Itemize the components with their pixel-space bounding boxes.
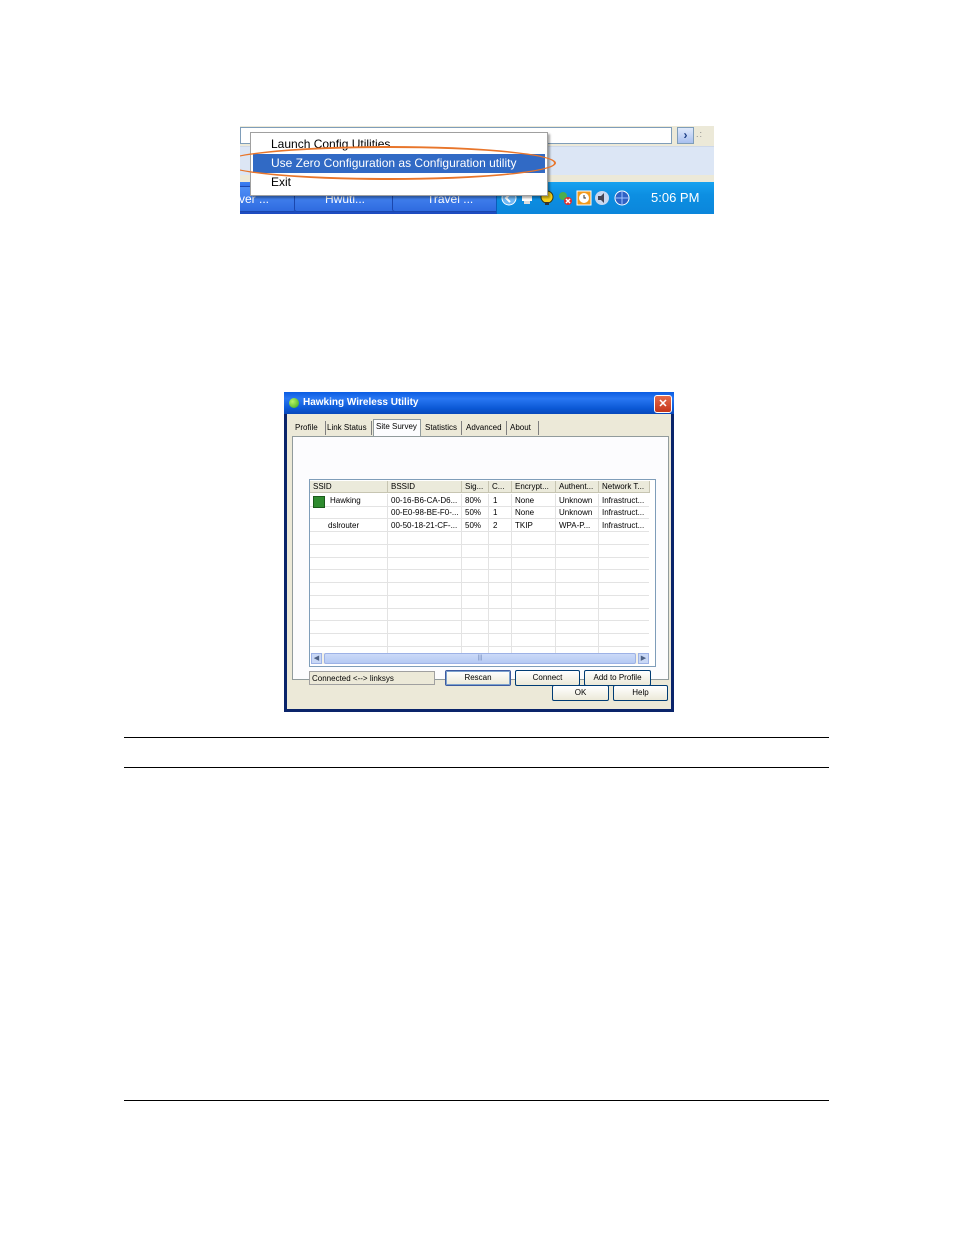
column-header-network-type[interactable]: Network T... [599,481,650,493]
table-cell[interactable]: 50% [465,507,487,519]
clock-app-icon[interactable] [576,190,592,206]
table-cell[interactable]: Unknown [559,507,597,519]
table-cell[interactable]: Infrastruct... [602,495,648,507]
window-body: Profile Link Status Site Survey Statisti… [287,414,671,709]
wireless-utility-window: Hawking Wireless Utility ✕ Profile Link … [284,392,674,712]
table-cell[interactable]: 00-50-18-21-CF-... [391,520,460,532]
resize-grip-icon: .: [696,129,704,139]
tab-advanced[interactable]: Advanced [464,421,507,435]
table-cell[interactable]: 00-16-B6-CA-D6... [391,495,460,507]
help-button[interactable]: Help [613,685,668,701]
connect-button[interactable]: Connect [515,670,580,686]
horizontal-rule [124,767,829,768]
horizontal-rule [124,737,829,738]
tray-clock[interactable]: 5:06 PM [651,182,699,214]
table-cell[interactable]: TKIP [515,520,554,532]
network-list[interactable]: SSID BSSID Sig... C... Encrypt... Authen… [309,479,656,667]
title-bar: Hawking Wireless Utility ✕ [284,392,674,414]
column-header-ssid[interactable]: SSID [310,481,388,493]
table-cell[interactable]: WPA-P... [559,520,597,532]
table-cell[interactable]: 2 [493,520,510,532]
column-header-authentication[interactable]: Authent... [556,481,599,493]
table-cell[interactable]: Infrastruct... [602,507,648,519]
tab-profile[interactable]: Profile [293,421,326,435]
table-cell[interactable]: Hawking [330,495,386,507]
table-cell[interactable]: 80% [465,495,487,507]
rescan-button[interactable]: Rescan [445,670,511,686]
connected-ap-icon [313,496,325,508]
table-cell[interactable]: dslrouter [328,520,386,532]
column-header-channel[interactable]: C... [489,481,512,493]
window-title: Hawking Wireless Utility [303,397,419,408]
table-cell[interactable]: None [515,495,554,507]
volume-icon[interactable] [594,190,610,206]
disconnected-network-icon[interactable] [557,190,573,206]
table-cell[interactable]: 1 [493,495,510,507]
column-header-encryption[interactable]: Encrypt... [512,481,556,493]
tray-menu-screenshot: › .: ver ... Hwuti... Travel ... 5:06 PM… [240,126,714,214]
tab-about[interactable]: About [508,421,539,435]
table-cell[interactable]: Infrastruct... [602,520,648,532]
connection-status: Connected <--> linksys [309,671,435,685]
site-survey-panel: SSID BSSID Sig... C... Encrypt... Authen… [292,436,669,686]
ok-button[interactable]: OK [552,685,609,701]
app-status-icon [289,398,299,408]
go-arrow-icon[interactable]: › [677,127,694,144]
tab-link-status[interactable]: Link Status [325,421,372,435]
table-cell[interactable]: None [515,507,554,519]
close-icon[interactable]: ✕ [654,395,672,413]
add-to-profile-button[interactable]: Add to Profile [584,670,651,686]
horizontal-rule [124,1100,829,1101]
table-cell[interactable] [330,507,386,519]
table-cell[interactable]: 00-E0-98-BE-F0-... [391,507,460,519]
table-cell[interactable]: Unknown [559,495,597,507]
scroll-thumb[interactable]: ||| [324,653,636,664]
table-cell[interactable]: 50% [465,520,487,532]
column-header-signal[interactable]: Sig... [462,481,489,493]
scroll-left-icon[interactable]: ◀ [311,653,322,664]
column-header-bssid[interactable]: BSSID [388,481,462,493]
tab-site-survey[interactable]: Site Survey [373,419,421,436]
tab-statistics[interactable]: Statistics [423,421,462,435]
horizontal-scrollbar[interactable]: ◀ ||| ▶ [311,653,649,664]
table-cell[interactable]: 1 [493,507,510,519]
scroll-right-icon[interactable]: ▶ [638,653,649,664]
globe-icon[interactable] [614,190,630,206]
